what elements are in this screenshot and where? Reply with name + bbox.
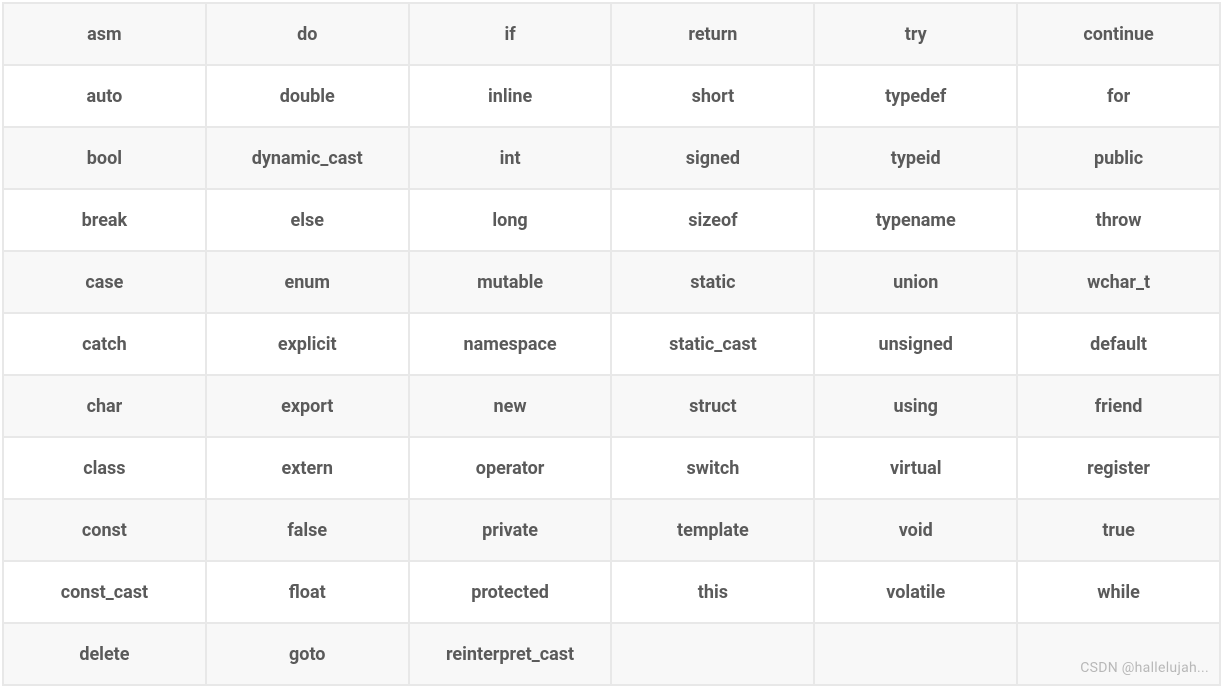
table-cell: auto <box>4 66 205 126</box>
table-cell: default <box>1018 314 1219 374</box>
table-cell: false <box>207 500 408 560</box>
table-cell: mutable <box>410 252 611 312</box>
table-cell: virtual <box>815 438 1016 498</box>
table-body: asm do if return try continue auto doubl… <box>4 4 1219 684</box>
table-cell: return <box>612 4 813 64</box>
table-cell: this <box>612 562 813 622</box>
table-row: auto double inline short typedef for <box>4 66 1219 126</box>
table-cell: friend <box>1018 376 1219 436</box>
table-cell: bool <box>4 128 205 188</box>
table-cell: volatile <box>815 562 1016 622</box>
table-cell: case <box>4 252 205 312</box>
table-cell: static_cast <box>612 314 813 374</box>
table-cell: using <box>815 376 1016 436</box>
watermark-text: CSDN @hallelujah... <box>1080 660 1209 676</box>
table-cell: else <box>207 190 408 250</box>
table-cell: while <box>1018 562 1219 622</box>
table-row: const false private template void true <box>4 500 1219 560</box>
table-cell: throw <box>1018 190 1219 250</box>
table-cell: for <box>1018 66 1219 126</box>
table-cell: short <box>612 66 813 126</box>
table-row: const_cast float protected this volatile… <box>4 562 1219 622</box>
table-row: delete goto reinterpret_cast <box>4 624 1219 684</box>
table-cell: delete <box>4 624 205 684</box>
table-cell: static <box>612 252 813 312</box>
table-cell: true <box>1018 500 1219 560</box>
table-cell: namespace <box>410 314 611 374</box>
table-cell: int <box>410 128 611 188</box>
table-cell: protected <box>410 562 611 622</box>
table-cell: double <box>207 66 408 126</box>
table-cell: char <box>4 376 205 436</box>
table-cell: if <box>410 4 611 64</box>
table-cell: inline <box>410 66 611 126</box>
table-row: char export new struct using friend <box>4 376 1219 436</box>
table-cell: catch <box>4 314 205 374</box>
table-cell: const_cast <box>4 562 205 622</box>
table-cell: sizeof <box>612 190 813 250</box>
table-cell: operator <box>410 438 611 498</box>
table-row: asm do if return try continue <box>4 4 1219 64</box>
table-cell: private <box>410 500 611 560</box>
table-cell: enum <box>207 252 408 312</box>
table-cell: new <box>410 376 611 436</box>
table-cell: unsigned <box>815 314 1016 374</box>
keywords-table: asm do if return try continue auto doubl… <box>2 2 1221 686</box>
table-cell: struct <box>612 376 813 436</box>
table-cell: const <box>4 500 205 560</box>
table-cell: union <box>815 252 1016 312</box>
keywords-table-container: asm do if return try continue auto doubl… <box>2 2 1221 686</box>
table-cell: template <box>612 500 813 560</box>
table-cell: try <box>815 4 1016 64</box>
table-cell: goto <box>207 624 408 684</box>
table-cell <box>815 624 1016 684</box>
table-cell: wchar_t <box>1018 252 1219 312</box>
table-cell: register <box>1018 438 1219 498</box>
table-cell: extern <box>207 438 408 498</box>
table-cell: long <box>410 190 611 250</box>
table-row: case enum mutable static union wchar_t <box>4 252 1219 312</box>
table-row: break else long sizeof typename throw <box>4 190 1219 250</box>
table-row: bool dynamic_cast int signed typeid publ… <box>4 128 1219 188</box>
table-cell: asm <box>4 4 205 64</box>
table-cell: break <box>4 190 205 250</box>
table-cell: void <box>815 500 1016 560</box>
table-cell: typeid <box>815 128 1016 188</box>
table-row: class extern operator switch virtual reg… <box>4 438 1219 498</box>
table-cell: typedef <box>815 66 1016 126</box>
table-row: catch explicit namespace static_cast uns… <box>4 314 1219 374</box>
table-cell: public <box>1018 128 1219 188</box>
table-cell: do <box>207 4 408 64</box>
table-cell: dynamic_cast <box>207 128 408 188</box>
table-cell: class <box>4 438 205 498</box>
table-cell: signed <box>612 128 813 188</box>
table-cell <box>612 624 813 684</box>
table-cell: typename <box>815 190 1016 250</box>
table-cell: explicit <box>207 314 408 374</box>
table-cell: float <box>207 562 408 622</box>
table-cell: reinterpret_cast <box>410 624 611 684</box>
table-cell: continue <box>1018 4 1219 64</box>
table-cell: export <box>207 376 408 436</box>
table-cell: switch <box>612 438 813 498</box>
